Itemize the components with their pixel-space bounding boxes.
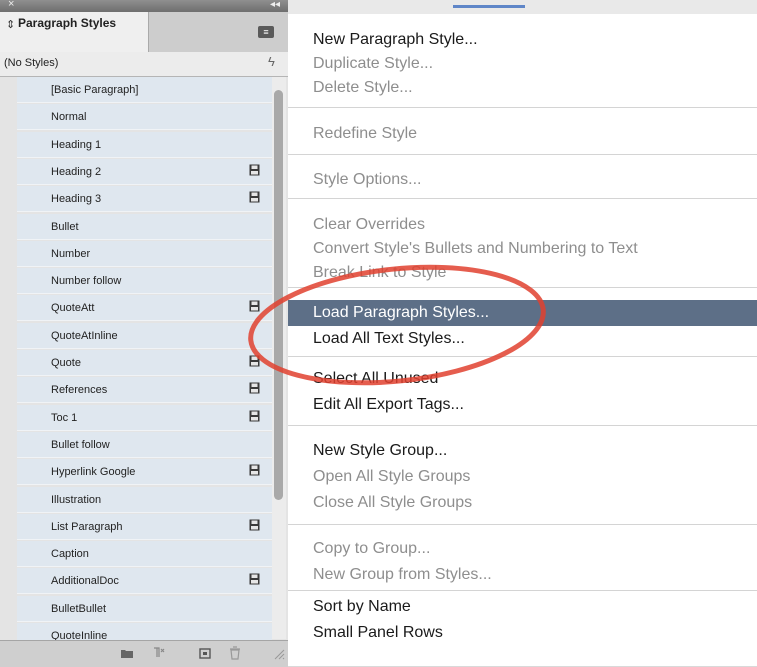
menu-item[interactable]: Delete Style... <box>288 75 757 101</box>
style-row[interactable]: Number follow <box>17 268 272 295</box>
style-label: Heading 1 <box>51 138 102 151</box>
save-icon <box>249 410 260 422</box>
style-row[interactable]: Bullet follow <box>17 431 272 458</box>
menu-item[interactable]: Convert Style's Bullets and Numbering to… <box>288 236 757 262</box>
panel-flyout-menu: New Paragraph Style... Duplicate Style...… <box>288 14 757 666</box>
menu-separator <box>288 287 757 288</box>
menu-item[interactable]: Edit All Export Tags... <box>288 392 757 418</box>
style-label: Illustration <box>51 493 102 506</box>
style-label: Quote <box>51 357 81 369</box>
style-label: Number follow <box>51 275 122 288</box>
save-icon <box>249 191 260 203</box>
style-row[interactable]: QuoteAtInline <box>17 322 272 349</box>
style-label: Caption <box>51 548 89 561</box>
panel-footer <box>0 640 288 667</box>
menu-item[interactable]: Copy to Group... <box>288 536 757 562</box>
menu-item[interactable]: Sort by Name <box>288 594 757 620</box>
style-row[interactable]: List Paragraph <box>17 513 272 540</box>
style-label: Heading 2 <box>51 165 102 178</box>
menu-item[interactable]: Open All Style Groups <box>288 464 757 490</box>
style-label: Normal <box>51 111 87 124</box>
style-label: Hyperlink Google <box>51 466 136 479</box>
menu-item[interactable]: Redefine Style <box>288 121 757 147</box>
tab-paragraph-styles[interactable]: ⇕ Paragraph Styles <box>0 12 149 52</box>
style-row[interactable]: Toc 1 <box>17 404 272 431</box>
selection-bar <box>453 5 525 8</box>
style-label: References <box>51 384 108 397</box>
menu-separator <box>288 524 757 525</box>
menu-item[interactable]: Select All Unused <box>288 366 757 392</box>
style-row[interactable]: BulletBullet <box>17 595 272 622</box>
scrollbar-thumb[interactable] <box>274 90 283 500</box>
style-label: Toc 1 <box>51 411 78 424</box>
style-label: Number <box>51 247 91 260</box>
style-label: [Basic Paragraph] <box>51 84 139 96</box>
no-styles-row[interactable]: (No Styles) ϟ <box>0 52 288 77</box>
menu-item[interactable]: New Group from Styles... <box>288 562 757 588</box>
lightning-icon[interactable]: ϟ <box>268 54 275 69</box>
save-icon <box>249 382 260 394</box>
folder-icon[interactable] <box>120 645 134 661</box>
trash-icon[interactable] <box>228 645 242 661</box>
style-row[interactable]: [Basic Paragraph] <box>17 77 272 103</box>
style-row[interactable]: Hyperlink Google <box>17 459 272 486</box>
style-row[interactable]: Normal <box>17 104 272 131</box>
style-row[interactable]: Number <box>17 240 272 267</box>
save-icon <box>249 355 260 367</box>
menu-separator <box>288 590 757 591</box>
style-row[interactable]: Heading 2 <box>17 158 272 185</box>
save-icon <box>249 519 260 531</box>
no-styles-label: (No Styles) <box>4 57 59 69</box>
menu-item[interactable]: Load Paragraph Styles... <box>288 300 757 326</box>
menu-separator <box>288 107 757 108</box>
menu-item[interactable]: Duplicate Style... <box>288 51 757 77</box>
style-label: QuoteAtInline <box>51 329 118 342</box>
document-top-strip <box>288 0 757 14</box>
style-row[interactable]: AdditionalDoc <box>17 568 272 595</box>
style-label: Bullet <box>51 220 79 233</box>
save-icon <box>249 464 260 476</box>
menu-item[interactable]: New Style Group... <box>288 438 757 464</box>
style-label: Bullet follow <box>51 438 110 451</box>
clear-overrides-icon[interactable] <box>152 645 166 661</box>
style-row[interactable]: Heading 1 <box>17 131 272 158</box>
style-label: QuoteAtt <box>51 302 95 315</box>
style-row[interactable]: Quote <box>17 350 272 376</box>
style-row[interactable]: Heading 3 <box>17 186 272 213</box>
panel-menu-icon[interactable]: ≡ <box>258 26 274 38</box>
menu-separator <box>288 425 757 426</box>
resize-grip-icon[interactable] <box>272 645 286 661</box>
save-icon <box>249 300 260 312</box>
new-style-icon[interactable] <box>198 645 212 661</box>
menu-item[interactable]: Break Link to Style <box>288 260 757 286</box>
style-label: Heading 3 <box>51 193 102 206</box>
tab-title: Paragraph Styles <box>18 16 117 30</box>
save-icon <box>249 164 260 176</box>
style-row[interactable]: QuoteAtt <box>17 295 272 322</box>
menu-separator <box>288 154 757 155</box>
panel-tab-bar: ⇕ Paragraph Styles ≡ <box>0 12 288 53</box>
paragraph-styles-panel: × ◂◂ ⇕ Paragraph Styles ≡ (No Styles) ϟ … <box>0 0 289 667</box>
menu-item[interactable]: Small Panel Rows <box>288 620 757 646</box>
collapse-icon[interactable]: ◂◂ <box>270 0 280 10</box>
style-label: BulletBullet <box>51 602 107 615</box>
panel-title-bar: × ◂◂ <box>0 0 288 12</box>
menu-item[interactable]: New Paragraph Style... <box>288 27 757 53</box>
style-label: AdditionalDoc <box>51 575 119 588</box>
style-row[interactable]: Illustration <box>17 486 272 513</box>
style-label: List Paragraph <box>51 520 123 533</box>
tab-toggle-icon: ⇕ <box>6 19 16 31</box>
save-icon <box>249 573 260 585</box>
style-row[interactable]: Caption <box>17 541 272 568</box>
style-row[interactable]: References <box>17 377 272 404</box>
menu-item[interactable]: Clear Overrides <box>288 212 757 238</box>
menu-separator <box>288 356 757 357</box>
style-row[interactable]: Bullet <box>17 213 272 240</box>
menu-item[interactable]: Style Options... <box>288 167 757 193</box>
menu-item[interactable]: Load All Text Styles... <box>288 326 757 352</box>
close-icon[interactable]: × <box>8 0 14 10</box>
menu-item[interactable]: Close All Style Groups <box>288 490 757 516</box>
menu-separator <box>288 198 757 199</box>
